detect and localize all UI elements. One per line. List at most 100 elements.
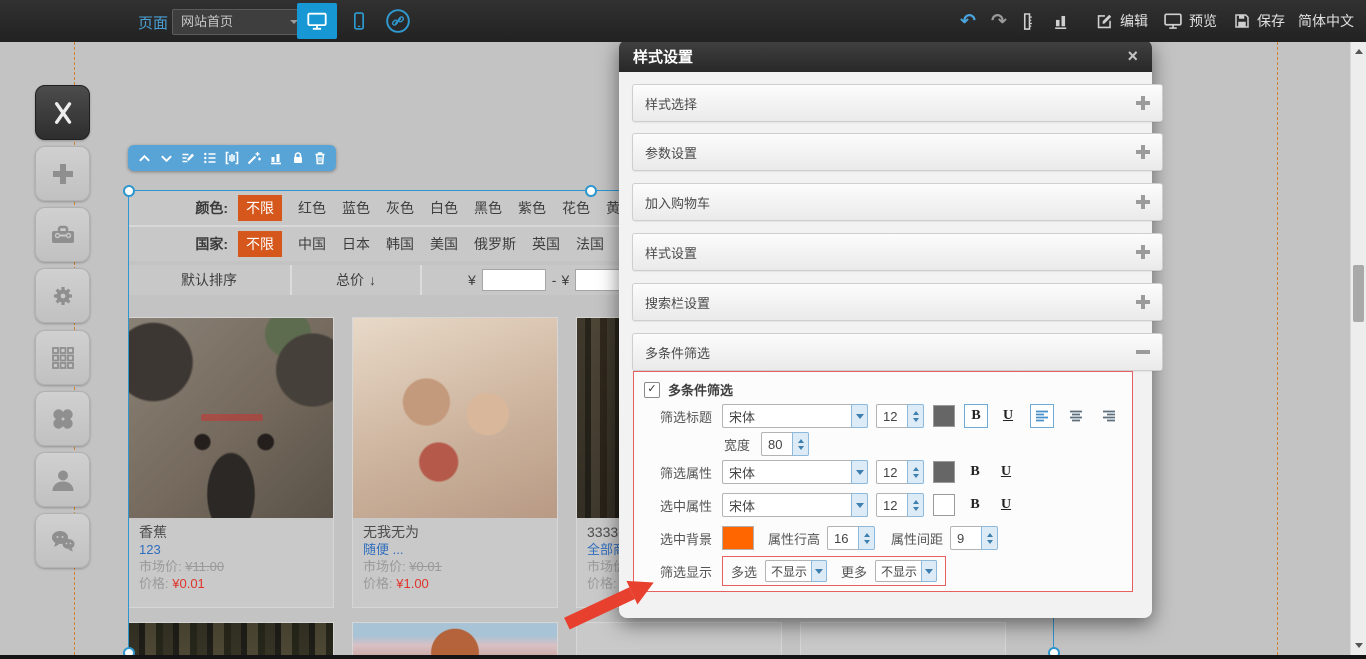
stepper-arrows[interactable] <box>792 432 809 456</box>
filter-option[interactable]: 韩国 <box>386 234 414 254</box>
width-stepper[interactable]: 80 <box>761 432 809 456</box>
underline-button[interactable]: U <box>995 461 1017 483</box>
filter-option[interactable]: 日本 <box>342 234 370 254</box>
close-icon[interactable]: × <box>1127 47 1138 65</box>
product-card[interactable] <box>352 622 558 659</box>
resize-handle-top-left[interactable] <box>123 185 135 197</box>
chart-button[interactable] <box>267 149 285 167</box>
scrollbar-thumb[interactable] <box>1353 265 1364 322</box>
font-family-select[interactable]: 宋体 <box>722 404 868 428</box>
resize-handle-top-middle[interactable] <box>585 185 597 197</box>
row-height-stepper[interactable]: 16 <box>827 526 875 550</box>
price-min-input[interactable] <box>482 269 546 291</box>
sidebar-item-modules[interactable] <box>35 330 90 385</box>
filter-option[interactable]: 美国 <box>430 234 458 254</box>
page-scrollbar[interactable] <box>1350 42 1366 655</box>
product-card-placeholder[interactable] <box>576 622 782 659</box>
chevron-down-icon[interactable] <box>851 493 868 517</box>
filter-option[interactable]: 灰色 <box>386 198 414 218</box>
save-button[interactable]: 保存 <box>1233 0 1285 42</box>
edit-button[interactable]: 编辑 <box>1095 0 1148 42</box>
move-down-button[interactable] <box>157 149 175 167</box>
delete-button[interactable] <box>311 149 329 167</box>
multi-select-dropdown[interactable]: 不显示 <box>765 560 827 582</box>
bold-button[interactable]: B <box>964 461 986 483</box>
product-link[interactable]: 123 <box>139 541 323 558</box>
chevron-down-icon[interactable] <box>921 560 937 582</box>
filter-option[interactable]: 法国 <box>576 234 604 254</box>
product-card-placeholder[interactable] <box>800 622 1006 659</box>
font-size-stepper[interactable]: 12 <box>876 460 924 484</box>
sort-default[interactable]: 默认排序 <box>128 265 290 295</box>
desktop-view-button[interactable] <box>297 3 337 39</box>
font-color-swatch[interactable] <box>933 461 955 483</box>
align-right-button[interactable] <box>1098 405 1120 427</box>
sidebar-item-chat[interactable] <box>35 513 90 568</box>
font-size-stepper[interactable]: 12 <box>876 404 924 428</box>
share-link-button[interactable] <box>380 3 416 39</box>
undo-button[interactable] <box>955 0 981 42</box>
filter-option[interactable]: 红色 <box>298 198 326 218</box>
scroll-up-button[interactable] <box>1351 42 1366 57</box>
list-settings-button[interactable] <box>201 149 219 167</box>
underline-button[interactable]: U <box>997 405 1019 427</box>
bold-button[interactable]: B <box>964 404 988 428</box>
params-button[interactable] <box>223 149 241 167</box>
sidebar-item-apps[interactable] <box>35 391 90 446</box>
sidebar-item-add[interactable] <box>35 146 90 201</box>
lock-button[interactable] <box>289 149 307 167</box>
page-select[interactable]: 网站首页 <box>172 9 306 35</box>
style-wand-button[interactable] <box>245 149 263 167</box>
preview-button[interactable]: 预览 <box>1163 0 1217 42</box>
selected-bg-color-swatch[interactable] <box>722 526 754 550</box>
sidebar-item-settings[interactable] <box>35 268 90 323</box>
underline-button[interactable]: U <box>995 494 1017 516</box>
align-left-button[interactable] <box>1030 404 1054 428</box>
edit-content-button[interactable] <box>179 149 197 167</box>
stats-button[interactable] <box>1048 0 1074 42</box>
multi-filter-checkbox[interactable]: ✓ <box>644 382 660 398</box>
stepper-arrows[interactable] <box>858 526 875 550</box>
chevron-down-icon[interactable] <box>851 460 868 484</box>
filter-option[interactable]: 白色 <box>430 198 458 218</box>
sidebar-item-members[interactable] <box>35 452 90 507</box>
section-add-to-cart[interactable]: 加入购物车 <box>632 183 1163 221</box>
redo-button[interactable] <box>986 0 1012 42</box>
language-switch[interactable]: 简体中文 <box>1298 0 1354 42</box>
product-card[interactable]: 香蕉 123 市场价: ¥11.00 价格: ¥0.01 <box>128 317 334 608</box>
filter-option[interactable]: 俄罗斯 <box>474 234 516 254</box>
section-style-settings[interactable]: 样式设置 <box>632 233 1163 271</box>
font-family-select[interactable]: 宋体 <box>722 460 868 484</box>
filter-option[interactable]: 黑色 <box>474 198 502 218</box>
font-color-swatch[interactable] <box>933 494 955 516</box>
section-multi-filter[interactable]: 多条件筛选 <box>632 333 1163 371</box>
stepper-arrows[interactable] <box>907 460 924 484</box>
scroll-down-button[interactable] <box>1351 640 1366 655</box>
section-search-bar[interactable]: 搜索栏设置 <box>632 283 1163 321</box>
bold-button[interactable]: B <box>964 494 986 516</box>
product-link[interactable]: 随便 ... <box>363 541 547 558</box>
chevron-down-icon[interactable] <box>851 404 868 428</box>
move-up-button[interactable] <box>135 149 153 167</box>
chevron-down-icon[interactable] <box>811 560 827 582</box>
sort-total-price[interactable]: 总价 ↓ <box>292 265 420 295</box>
product-card[interactable]: 无我无为 随便 ... 市场价: ¥0.01 价格: ¥1.00 <box>352 317 558 608</box>
stepper-arrows[interactable] <box>907 493 924 517</box>
stepper-arrows[interactable] <box>981 526 998 550</box>
sidebar-item-toolbox[interactable] <box>35 207 90 262</box>
filter-option-selected[interactable]: 不限 <box>238 195 282 221</box>
product-card[interactable] <box>128 622 334 659</box>
filter-option[interactable]: 中国 <box>298 234 326 254</box>
filter-option-selected[interactable]: 不限 <box>238 231 282 257</box>
section-style-select[interactable]: 样式选择 <box>632 84 1163 122</box>
sidebar-item-design[interactable] <box>35 85 90 140</box>
filter-option[interactable]: 花色 <box>562 198 590 218</box>
stepper-arrows[interactable] <box>907 404 924 428</box>
filter-option[interactable]: 蓝色 <box>342 198 370 218</box>
ruler-button[interactable] <box>1016 0 1042 42</box>
section-params[interactable]: 参数设置 <box>632 133 1163 171</box>
font-family-select[interactable]: 宋体 <box>722 493 868 517</box>
font-color-swatch[interactable] <box>933 405 955 427</box>
font-size-stepper[interactable]: 12 <box>876 493 924 517</box>
more-dropdown[interactable]: 不显示 <box>875 560 937 582</box>
